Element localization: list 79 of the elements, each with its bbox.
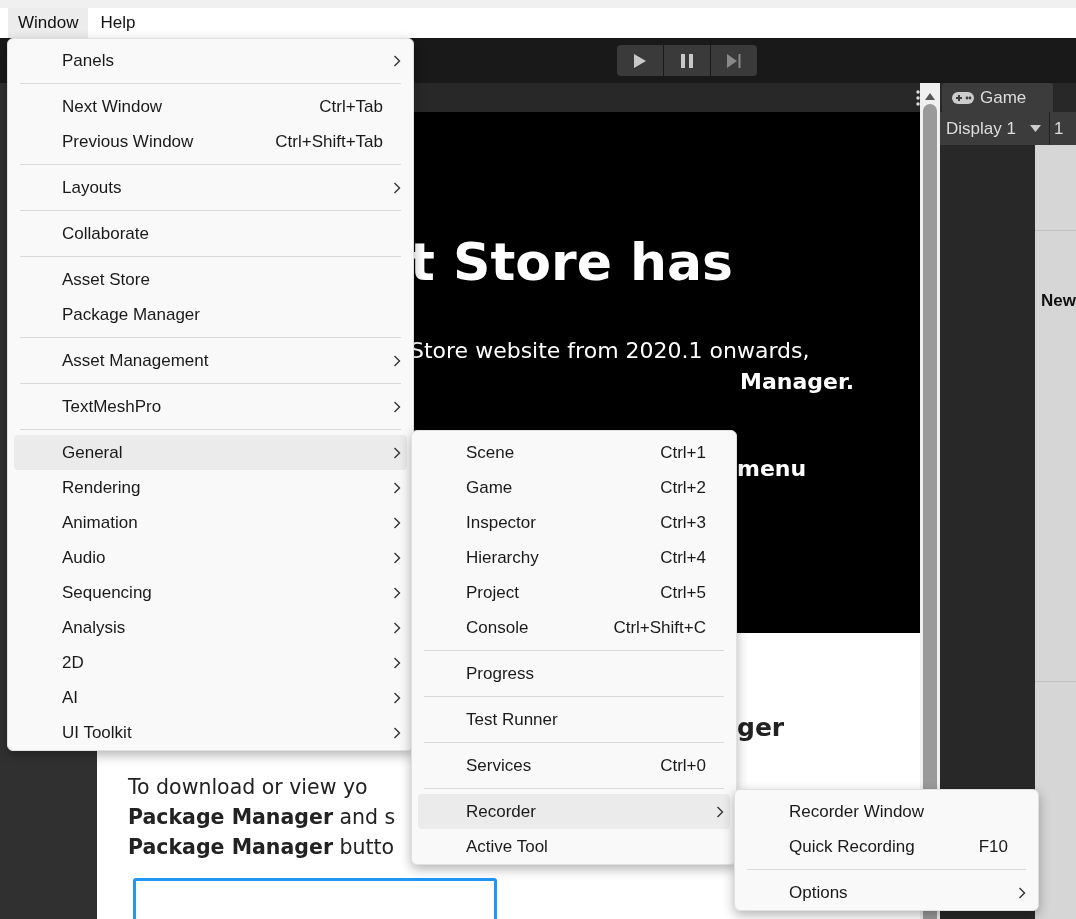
shortcut-text: F10 xyxy=(978,836,1008,857)
menu-item[interactable]: 2D xyxy=(14,645,407,680)
menu-item[interactable]: Analysis xyxy=(14,610,407,645)
menu-item[interactable]: Test Runner xyxy=(418,702,730,737)
menu-item[interactable]: Rendering xyxy=(14,470,407,505)
game-tab[interactable]: Game xyxy=(942,83,1053,112)
step-button[interactable] xyxy=(711,45,757,76)
menu-item[interactable]: Game Ctrl+2 xyxy=(418,470,730,505)
chevron-right-icon xyxy=(393,551,401,564)
body-text: Manager. xyxy=(740,368,855,396)
chevron-right-icon xyxy=(393,516,401,529)
menu-item[interactable]: Package Manager xyxy=(14,297,407,332)
menu-item[interactable]: Asset Store xyxy=(14,262,407,297)
menu-bar-item[interactable]: Window xyxy=(8,8,89,38)
menu-item[interactable]: TextMeshPro xyxy=(14,389,407,424)
step-icon xyxy=(726,52,742,69)
shortcut-text: Ctrl+Shift+Tab xyxy=(275,131,383,152)
chevron-right-icon xyxy=(393,621,401,634)
chevron-right-icon xyxy=(393,181,401,194)
menu-item[interactable]: UI Toolkit xyxy=(14,715,407,750)
shortcut-text: Ctrl+4 xyxy=(660,547,706,568)
headline-text: t Store has xyxy=(410,231,735,294)
chevron-right-icon xyxy=(393,54,401,67)
menu-item[interactable]: Console Ctrl+Shift+C xyxy=(418,610,730,645)
label-text: New xyxy=(1041,291,1076,311)
chevron-right-icon xyxy=(393,481,401,494)
menu-item[interactable]: Asset Management xyxy=(14,343,407,378)
shortcut-text: Ctrl+5 xyxy=(660,582,706,603)
shortcut-text: Ctrl+Tab xyxy=(319,96,383,117)
body-text: Package Manager and s xyxy=(128,804,396,831)
chevron-right-icon xyxy=(393,691,401,704)
shortcut-text: Ctrl+2 xyxy=(660,477,706,498)
chevron-right-icon xyxy=(393,726,401,739)
menu-item[interactable]: General xyxy=(14,435,407,470)
menu-bar-item[interactable]: Help xyxy=(90,8,146,38)
scroll-up-icon[interactable] xyxy=(925,93,935,100)
menu-item[interactable]: Audio xyxy=(14,540,407,575)
menu-item[interactable]: Services Ctrl+0 xyxy=(418,748,730,783)
resolution-text[interactable]: 1 xyxy=(1049,118,1064,139)
chevron-right-icon xyxy=(393,446,401,459)
play-button[interactable] xyxy=(617,45,663,76)
chevron-right-icon xyxy=(1018,886,1026,899)
shortcut-text: Ctrl+1 xyxy=(660,442,706,463)
chevron-right-icon xyxy=(393,400,401,413)
menu-item[interactable]: AI xyxy=(14,680,407,715)
gamepad-icon xyxy=(952,91,974,104)
menu-item[interactable]: Recorder Window xyxy=(741,794,1032,829)
menu-item[interactable]: Project Ctrl+5 xyxy=(418,575,730,610)
more-options-icon[interactable] xyxy=(916,89,920,106)
menu-item[interactable]: Active Tool xyxy=(418,829,730,864)
caret-icon xyxy=(1029,125,1041,132)
menu-item[interactable]: Hierarchy Ctrl+4 xyxy=(418,540,730,575)
menu-item[interactable]: Scene Ctrl+1 xyxy=(418,435,730,470)
menu-item[interactable]: Progress xyxy=(418,656,730,691)
menu-item[interactable]: Animation xyxy=(14,505,407,540)
menu-item[interactable]: Collaborate xyxy=(14,216,407,251)
body-text: Package Manager butto xyxy=(128,834,395,861)
chevron-right-icon xyxy=(393,354,401,367)
outlined-button[interactable] xyxy=(133,878,497,919)
chevron-right-icon xyxy=(393,656,401,669)
subheading-text: ger xyxy=(737,713,786,743)
body-text: To download or view yo xyxy=(128,774,368,801)
play-icon xyxy=(633,52,647,69)
body-text: menu xyxy=(737,455,808,483)
pause-icon xyxy=(680,52,694,69)
shortcut-text: Ctrl+Shift+C xyxy=(613,617,706,638)
menu-item[interactable]: Inspector Ctrl+3 xyxy=(418,505,730,540)
shortcut-text: Ctrl+0 xyxy=(660,755,706,776)
menu-item[interactable]: Options xyxy=(741,875,1032,910)
menu-item[interactable]: Quick Recording F10 xyxy=(741,829,1032,864)
menu-item[interactable]: Previous Window Ctrl+Shift+Tab xyxy=(14,124,407,159)
menu-item[interactable]: Next Window Ctrl+Tab xyxy=(14,89,407,124)
chevron-right-icon xyxy=(716,805,724,818)
chevron-right-icon xyxy=(393,586,401,599)
menu-item[interactable]: Recorder xyxy=(418,794,730,829)
menu-item[interactable]: Sequencing xyxy=(14,575,407,610)
menu-item[interactable]: Layouts xyxy=(14,170,407,205)
shortcut-text: Ctrl+3 xyxy=(660,512,706,533)
pause-button[interactable] xyxy=(664,45,710,76)
